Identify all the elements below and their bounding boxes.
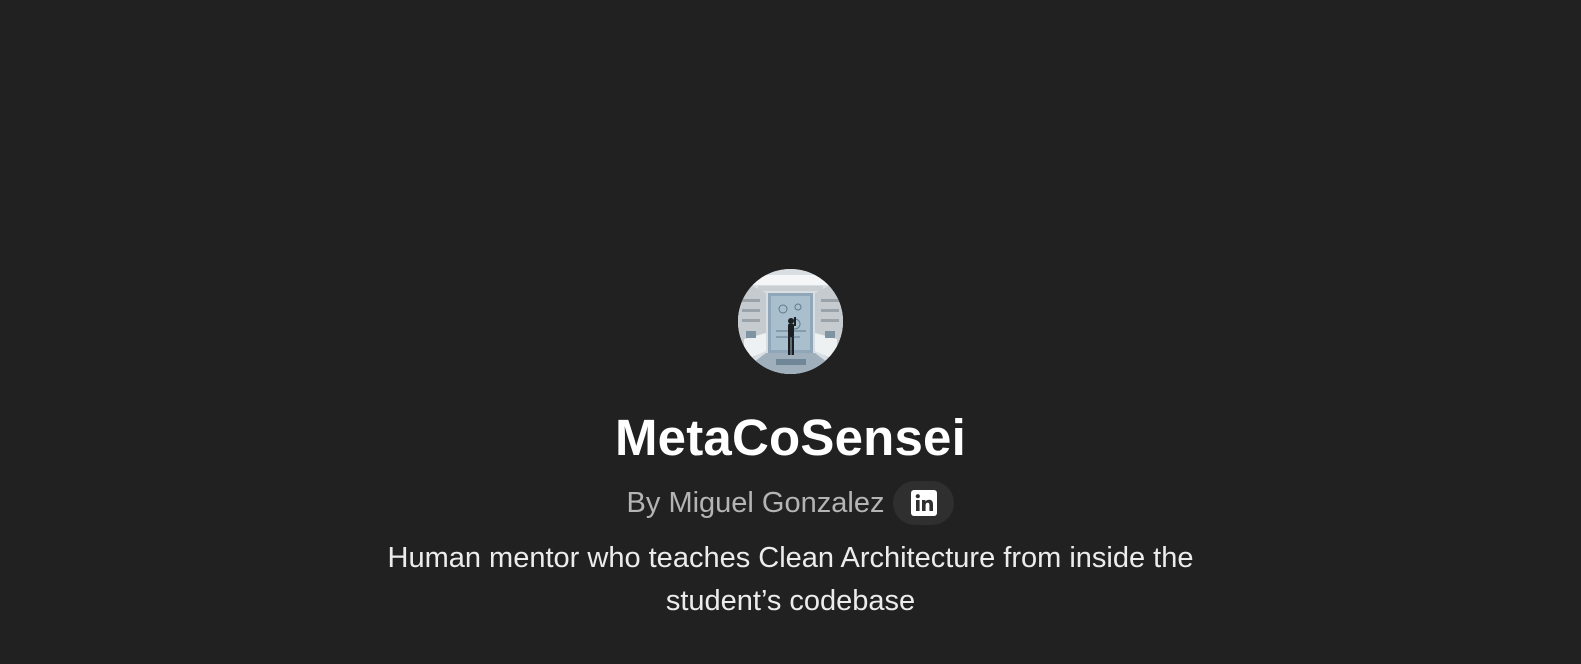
gpt-profile-header: MetaCoSensei By Miguel Gonzalez Human me… <box>0 269 1581 623</box>
author-name: By Miguel Gonzalez <box>626 486 885 519</box>
gpt-avatar <box>738 269 843 374</box>
gpt-profile-page: MetaCoSensei By Miguel Gonzalez Human me… <box>0 0 1581 664</box>
gpt-description: Human mentor who teaches Clean Architect… <box>387 542 1194 617</box>
linkedin-button[interactable] <box>893 481 955 525</box>
linkedin-icon <box>910 490 937 516</box>
avatar-image <box>738 269 843 374</box>
gpt-byline: By Miguel Gonzalez <box>627 481 955 525</box>
gpt-title: MetaCoSensei <box>614 409 966 466</box>
